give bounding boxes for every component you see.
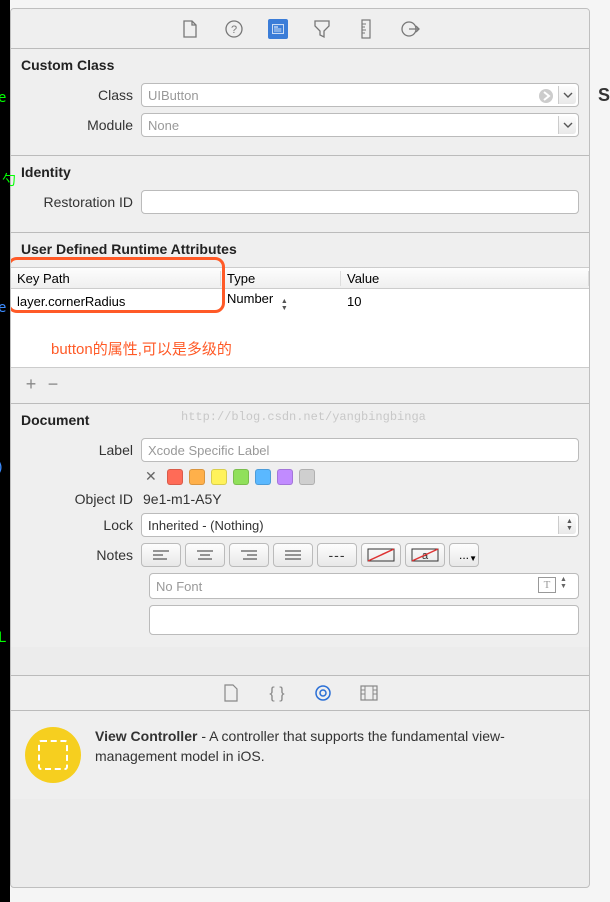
edge-right-char: S — [598, 85, 610, 106]
font-input[interactable]: No Font T ▲▼ — [149, 573, 579, 599]
label-label: Label — [21, 442, 141, 458]
object-library-icon[interactable] — [313, 683, 333, 703]
class-label: Class — [21, 87, 141, 103]
swatch-blue[interactable] — [255, 469, 271, 485]
col-value[interactable]: Value — [341, 271, 589, 286]
cell-keypath[interactable]: layer.cornerRadius — [11, 292, 221, 311]
swatch-purple[interactable] — [277, 469, 293, 485]
module-value: None — [148, 118, 179, 133]
svg-text:?: ? — [231, 24, 237, 36]
notes-label: Notes — [21, 547, 141, 563]
quick-help-title: View Controller — [95, 728, 197, 744]
annotation-text: button的属性,可以是多级的 — [51, 338, 232, 359]
quick-help-text: View Controller - A controller that supp… — [95, 727, 575, 783]
chevron-down-icon[interactable] — [558, 86, 576, 104]
media-library-icon[interactable] — [359, 683, 379, 703]
identity-icon[interactable] — [268, 19, 288, 39]
col-type[interactable]: Type — [221, 271, 341, 286]
edge-char: e — [0, 300, 6, 316]
svg-text:{ }: { } — [269, 685, 285, 702]
module-input[interactable]: None — [141, 113, 579, 137]
swatch-red[interactable] — [167, 469, 183, 485]
label-input[interactable]: Xcode Specific Label — [141, 438, 579, 462]
view-controller-icon — [25, 727, 81, 783]
inspector-tabs: ? — [11, 9, 589, 49]
runtime-attrs-section: User Defined Runtime Attributes Key Path… — [11, 233, 589, 404]
label-placeholder: Xcode Specific Label — [148, 443, 269, 458]
library-tabs: { } — [11, 675, 589, 711]
font-picker-icon[interactable]: T — [538, 577, 556, 593]
module-label: Module — [21, 117, 141, 133]
edge-char: e — [0, 90, 6, 106]
cell-type[interactable]: Number ▲▼ — [221, 289, 341, 314]
clear-label-icon[interactable]: ✕ — [145, 468, 157, 485]
watermark: http://blog.csdn.net/yangbingbinga — [181, 410, 426, 424]
swatch-gray[interactable] — [299, 469, 315, 485]
help-icon[interactable]: ? — [224, 19, 244, 39]
strike-empty-button[interactable] — [361, 543, 401, 567]
notes-textarea[interactable] — [149, 605, 579, 635]
align-right-button[interactable] — [229, 543, 269, 567]
table-header: Key Path Type Value — [11, 267, 589, 289]
attributes-icon[interactable] — [312, 19, 332, 39]
custom-class-section: Custom Class Class UIButton Module None — [11, 49, 589, 156]
col-keypath[interactable]: Key Path — [11, 271, 221, 286]
swatch-yellow[interactable] — [211, 469, 227, 485]
objectid-label: Object ID — [21, 491, 141, 507]
stepper-icon[interactable]: ▲▼ — [281, 298, 288, 312]
align-justify-button[interactable] — [273, 543, 313, 567]
section-title: Custom Class — [21, 57, 579, 73]
lock-value: Inherited - (Nothing) — [148, 518, 264, 533]
section-title: Identity — [21, 164, 579, 180]
objectid-value: 9e1-m1-A5Y — [141, 491, 222, 507]
class-value: UIButton — [148, 88, 199, 103]
edge-char: 勺 — [2, 170, 16, 190]
chevron-down-icon[interactable] — [558, 116, 576, 134]
font-stepper[interactable]: ▲▼ — [560, 576, 576, 596]
align-left-button[interactable] — [141, 543, 181, 567]
nav-arrow-icon[interactable] — [538, 88, 554, 104]
align-center-button[interactable] — [185, 543, 225, 567]
more-button[interactable]: ...▼ — [449, 543, 479, 567]
connections-icon[interactable] — [400, 19, 420, 39]
swatch-orange[interactable] — [189, 469, 205, 485]
file-template-icon[interactable] — [221, 683, 241, 703]
quick-help: View Controller - A controller that supp… — [11, 711, 589, 799]
section-title: User Defined Runtime Attributes — [21, 241, 579, 257]
color-swatches: ✕ — [141, 468, 315, 485]
size-icon[interactable] — [356, 19, 376, 39]
notes-toolbar: --- a ...▼ — [141, 543, 479, 567]
edge-char: L — [0, 630, 6, 646]
edge-char: ) — [0, 460, 4, 476]
code-snippet-icon[interactable]: { } — [267, 683, 287, 703]
document-section: Document http://blog.csdn.net/yangbingbi… — [11, 404, 589, 647]
class-input[interactable]: UIButton — [141, 83, 579, 107]
lock-select[interactable]: Inherited - (Nothing) ▲▼ — [141, 513, 579, 537]
restoration-input[interactable] — [141, 190, 579, 214]
strike-a-button[interactable]: a — [405, 543, 445, 567]
swatch-green[interactable] — [233, 469, 249, 485]
inspector-panel: ? Custom Class Class UIButton — [10, 8, 590, 888]
file-icon[interactable] — [180, 19, 200, 39]
lock-label: Lock — [21, 517, 141, 533]
restoration-label: Restoration ID — [21, 194, 141, 210]
stepper-icon[interactable]: ▲▼ — [558, 516, 576, 534]
separator-button[interactable]: --- — [317, 543, 357, 567]
table-row[interactable]: layer.cornerRadius Number ▲▼ 10 — [11, 289, 589, 314]
add-button[interactable]: + — [21, 374, 41, 395]
identity-section: Identity Restoration ID — [11, 156, 589, 233]
remove-button[interactable]: − — [43, 374, 63, 395]
font-placeholder: No Font — [156, 579, 202, 594]
cell-value[interactable]: 10 — [341, 292, 589, 311]
